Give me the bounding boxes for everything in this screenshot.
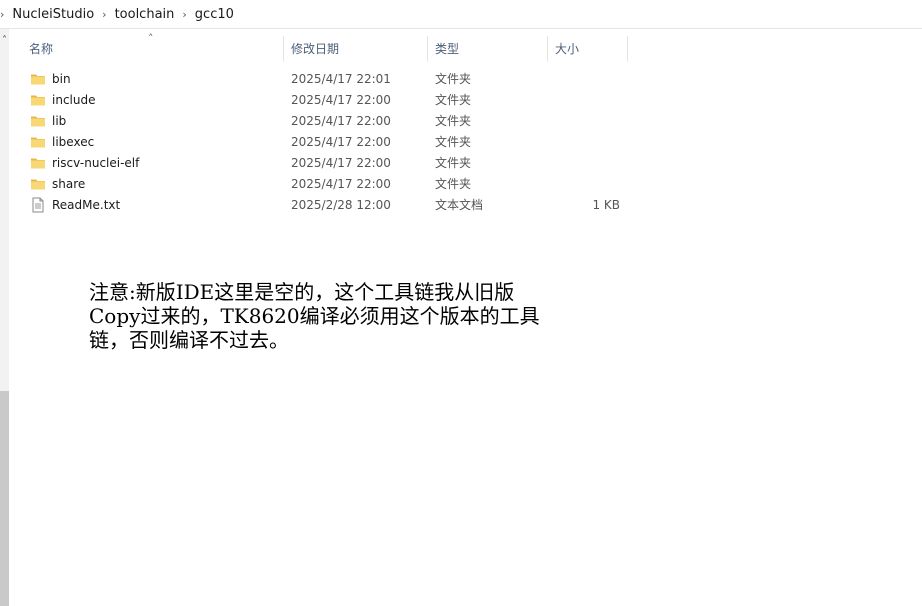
breadcrumb: › NucleiStudio › toolchain › gcc10 xyxy=(0,0,922,29)
file-name: ReadMe.txt xyxy=(52,197,121,212)
annotation-line: 注意:新版IDE这里是空的，这个工具链我从旧版 xyxy=(89,280,515,304)
folder-icon xyxy=(30,134,46,150)
file-list: bin 2025/4/17 22:01 文件夹 include 2025/4/17 22… xyxy=(22,68,628,215)
chevron-up-icon[interactable]: ˄ xyxy=(0,35,9,46)
file-row[interactable]: lib 2025/4/17 22:00 文件夹 xyxy=(22,110,628,131)
column-header-type[interactable]: 类型 xyxy=(428,36,548,62)
file-size: 1 KB xyxy=(592,197,620,212)
file-row[interactable]: ReadMe.txt 2025/2/28 12:00 文本文档 1 KB xyxy=(22,194,628,215)
file-name: include xyxy=(52,92,96,107)
sort-ascending-icon: ˄ xyxy=(148,32,154,45)
file-row[interactable]: riscv-nuclei-elf 2025/4/17 22:00 文件夹 xyxy=(22,152,628,173)
column-header-name[interactable]: ˄ 名称 xyxy=(22,32,284,62)
file-type: 文件夹 xyxy=(435,156,472,170)
column-header-size[interactable]: 大小 xyxy=(548,36,628,62)
file-modified-date: 2025/4/17 22:00 xyxy=(291,176,391,191)
file-type: 文件夹 xyxy=(435,135,472,149)
text-file-icon xyxy=(30,197,46,213)
folder-icon xyxy=(30,113,46,129)
breadcrumb-item-nucleistudio[interactable]: NucleiStudio xyxy=(10,7,96,22)
file-row[interactable]: libexec 2025/4/17 22:00 文件夹 xyxy=(22,131,628,152)
folder-icon xyxy=(30,71,46,87)
file-name: lib xyxy=(52,113,67,128)
column-header-date[interactable]: 修改日期 xyxy=(284,36,428,62)
column-headers: ˄ 名称 修改日期 类型 大小 xyxy=(22,32,628,62)
file-type: 文件夹 xyxy=(435,177,472,191)
file-modified-date: 2025/4/17 22:00 xyxy=(291,92,391,107)
file-name-cell[interactable]: ReadMe.txt xyxy=(22,197,284,213)
file-name: bin xyxy=(52,71,71,86)
file-name-cell[interactable]: bin xyxy=(22,71,284,87)
file-modified-date: 2025/2/28 12:00 xyxy=(291,197,391,212)
folder-icon xyxy=(30,176,46,192)
file-name-cell[interactable]: include xyxy=(22,92,284,108)
file-name-cell[interactable]: share xyxy=(22,176,284,192)
file-name-cell[interactable]: riscv-nuclei-elf xyxy=(22,155,284,171)
scrollbar-thumb[interactable] xyxy=(0,391,9,606)
file-modified-date: 2025/4/17 22:00 xyxy=(291,155,391,170)
chevron-right-icon[interactable]: › xyxy=(0,8,4,21)
file-explorer-window: › NucleiStudio › toolchain › gcc10 ˄ ˄ 名… xyxy=(0,0,922,606)
annotation-line: 链，否则编译不过去。 xyxy=(89,328,289,352)
chevron-right-icon[interactable]: › xyxy=(182,8,186,21)
column-header-name-label: 名称 xyxy=(29,42,54,56)
chevron-right-icon[interactable]: › xyxy=(102,8,106,21)
breadcrumb-item-toolchain[interactable]: toolchain xyxy=(113,7,177,22)
annotation-line: Copy过来的，TK8620编译必须用这个版本的工具 xyxy=(89,304,540,328)
file-row[interactable]: share 2025/4/17 22:00 文件夹 xyxy=(22,173,628,194)
navigation-pane-scrollbar[interactable]: ˄ xyxy=(0,29,9,606)
file-modified-date: 2025/4/17 22:00 xyxy=(291,113,391,128)
file-row[interactable]: bin 2025/4/17 22:01 文件夹 xyxy=(22,68,628,89)
file-type: 文件夹 xyxy=(435,114,472,128)
annotation-note: 注意:新版IDE这里是空的，这个工具链我从旧版 Copy过来的，TK8620编译… xyxy=(89,280,629,352)
file-name-cell[interactable]: libexec xyxy=(22,134,284,150)
folder-icon xyxy=(30,155,46,171)
file-modified-date: 2025/4/17 22:01 xyxy=(291,71,391,86)
file-name: share xyxy=(52,176,86,191)
file-row[interactable]: include 2025/4/17 22:00 文件夹 xyxy=(22,89,628,110)
folder-icon xyxy=(30,92,46,108)
file-type: 文件夹 xyxy=(435,93,472,107)
breadcrumb-item-gcc10[interactable]: gcc10 xyxy=(193,7,236,22)
file-name: riscv-nuclei-elf xyxy=(52,155,140,170)
file-type: 文件夹 xyxy=(435,72,472,86)
file-type: 文本文档 xyxy=(435,198,484,212)
file-name-cell[interactable]: lib xyxy=(22,113,284,129)
file-modified-date: 2025/4/17 22:00 xyxy=(291,134,391,149)
file-name: libexec xyxy=(52,134,95,149)
